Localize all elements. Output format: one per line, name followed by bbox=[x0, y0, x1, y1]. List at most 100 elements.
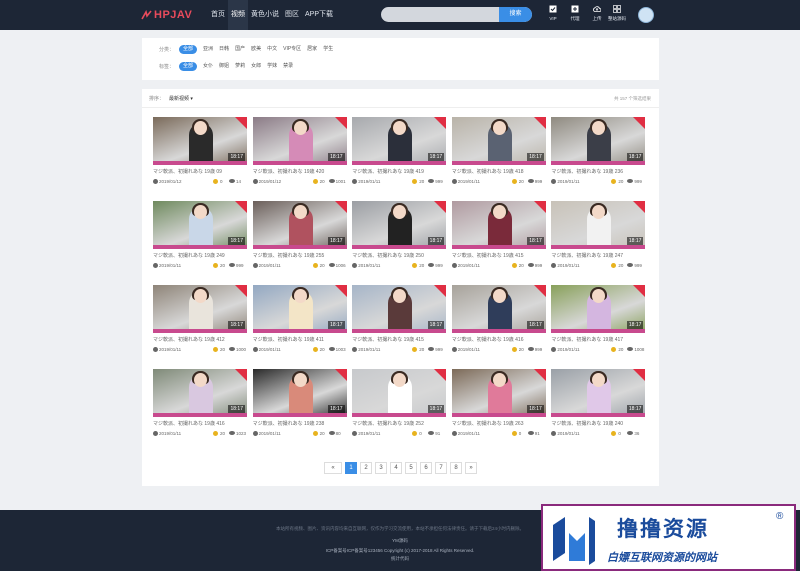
video-card[interactable]: 18:17 マジ軟派、初撮れあな 19歳 418 2019/01/11 20 999 bbox=[451, 117, 546, 189]
sort-dropdown[interactable]: 最新视频 ▾ bbox=[169, 95, 193, 102]
video-title[interactable]: マジ軟派、初撮れあな 19歳 418 bbox=[452, 168, 546, 175]
nav-app-download[interactable]: APP下载 bbox=[302, 0, 336, 30]
video-thumbnail[interactable]: 18:17 bbox=[451, 201, 546, 249]
video-card[interactable]: 18:17 マジ軟派、初撮れあな 19歳 420 2019/01/12 20 1001 bbox=[252, 117, 347, 189]
video-title[interactable]: マジ軟派、初撮れあな 19歳 236 bbox=[551, 168, 645, 175]
video-title[interactable]: マジ軟派、初撮れあな 19歳 412 bbox=[153, 336, 247, 343]
video-title[interactable]: マジ軟派、初撮れあな 19歳 249 bbox=[153, 252, 247, 259]
video-title[interactable]: マジ軟派、初撮れあな 19歳 415 bbox=[452, 252, 546, 259]
video-thumbnail[interactable]: 18:17 bbox=[551, 201, 646, 249]
video-card[interactable]: 18:17 マジ軟派、初撮れあな 19歳 263 2019/01/11 0 91 bbox=[451, 369, 546, 441]
tool-upload[interactable]: 上传 bbox=[586, 5, 608, 25]
video-card[interactable]: 18:17 マジ軟派、初撮れあな 19歳 238 2019/01/11 20 80 bbox=[252, 369, 347, 441]
site-logo[interactable]: HPJAV bbox=[141, 8, 192, 22]
user-avatar[interactable] bbox=[638, 7, 654, 23]
video-thumbnail[interactable]: 18:17 bbox=[252, 369, 347, 417]
video-thumbnail[interactable]: 18:17 bbox=[551, 285, 646, 333]
tag-2[interactable]: 御姐 bbox=[219, 62, 229, 71]
video-title[interactable]: マジ軟派、初撮れあな 19歳 247 bbox=[551, 252, 645, 259]
video-thumbnail[interactable]: 18:17 bbox=[352, 117, 447, 165]
video-title[interactable]: マジ軟派、初撮れあな 19歳 238 bbox=[253, 420, 347, 427]
search-input[interactable] bbox=[381, 7, 499, 22]
category-home[interactable]: 居家 bbox=[307, 45, 317, 54]
category-western[interactable]: 欧美 bbox=[251, 45, 261, 54]
video-card[interactable]: 18:17 マジ軟派、初撮れあな 19歳 415 2019/01/11 20 999 bbox=[451, 201, 546, 273]
video-thumbnail[interactable]: 18:17 bbox=[551, 117, 646, 165]
video-card[interactable]: 18:17 マジ軟派、初撮れあな 19歳 247 2019/01/11 20 999 bbox=[551, 201, 646, 273]
video-card[interactable]: 18:17 マジ軟派、初撮れあな 19歳 255 2019/01/11 20 1006 bbox=[252, 201, 347, 273]
video-title[interactable]: マジ軟派、初撮れあな 19歳 417 bbox=[551, 336, 645, 343]
video-card[interactable]: 18:17 マジ軟派、初撮れあな 19歳 411 2019/01/11 20 1003 bbox=[252, 285, 347, 357]
tag-1[interactable]: 女仆 bbox=[203, 62, 213, 71]
category-all[interactable]: 全部 bbox=[179, 44, 198, 54]
page-6[interactable]: 6 bbox=[420, 462, 432, 474]
video-thumbnail[interactable]: 18:17 bbox=[153, 369, 247, 417]
video-title[interactable]: マジ軟派、初撮れあな 19歳 416 bbox=[452, 336, 546, 343]
page-next[interactable]: » bbox=[465, 462, 477, 474]
page-5[interactable]: 5 bbox=[405, 462, 417, 474]
page-prev[interactable]: « bbox=[324, 462, 342, 474]
nav-home[interactable]: 首页 bbox=[208, 0, 228, 30]
category-vip[interactable]: VIP专区 bbox=[283, 45, 301, 54]
tag-6[interactable]: 禁录 bbox=[283, 62, 293, 71]
video-thumbnail[interactable]: 18:17 bbox=[252, 201, 347, 249]
page-4[interactable]: 4 bbox=[390, 462, 402, 474]
video-thumbnail[interactable]: 18:17 bbox=[153, 285, 247, 333]
video-title[interactable]: マジ軟派、初撮れあな 19歳 420 bbox=[253, 168, 347, 175]
category-jpkr[interactable]: 日韩 bbox=[219, 45, 229, 54]
category-asia[interactable]: 亚洲 bbox=[203, 45, 213, 54]
video-title[interactable]: マジ軟派、初撮れあな 19歳 250 bbox=[352, 252, 446, 259]
tag-5[interactable]: 学妹 bbox=[267, 62, 277, 71]
video-card[interactable]: 18:17 マジ軟派、初撮れあな 19歳 250 2019/01/11 20 999 bbox=[352, 201, 447, 273]
video-thumbnail[interactable]: 18:17 bbox=[451, 117, 546, 165]
video-thumbnail[interactable]: 18:17 bbox=[352, 201, 447, 249]
video-thumbnail[interactable]: 18:17 bbox=[153, 117, 247, 165]
video-title[interactable]: マジ軟派、初撮れあな 19歳 416 bbox=[153, 420, 247, 427]
video-card[interactable]: 18:17 マジ軟派、初撮れあな 19歳 240 2019/01/11 0 36 bbox=[551, 369, 646, 441]
video-card[interactable]: 18:17 マジ軟派、初撮れあな 19歳 416 2019/01/11 20 999 bbox=[451, 285, 546, 357]
video-card[interactable]: 18:17 マジ軟派、初撮れあな 19歳 252 2019/01/11 0 91 bbox=[352, 369, 447, 441]
category-domestic[interactable]: 国产 bbox=[235, 45, 245, 54]
video-thumbnail[interactable]: 18:17 bbox=[451, 369, 546, 417]
video-title[interactable]: マジ軟派、初撮れあな 19歳 240 bbox=[551, 420, 645, 427]
tag-3[interactable]: 萝莉 bbox=[235, 62, 245, 71]
video-card[interactable]: 18:17 マジ軟派、初撮れあな 19歳 415 2019/01/11 20 999 bbox=[352, 285, 447, 357]
nav-novels[interactable]: 黄色小说 bbox=[248, 0, 282, 30]
video-title[interactable]: マジ軟派、初撮れあな 19歳 415 bbox=[352, 336, 446, 343]
page-1[interactable]: 1 bbox=[345, 462, 357, 474]
video-card[interactable]: 18:17 マジ軟派、初撮れあな 19歳 236 2019/01/11 20 999 bbox=[551, 117, 646, 189]
video-card[interactable]: 18:17 マジ軟派、初撮れあな 19歳 416 2019/01/11 20 1023 bbox=[153, 369, 247, 441]
video-card[interactable]: 18:17 マジ軟派、初撮れあな 19歳 09 2019/01/12 0 14 bbox=[153, 117, 247, 189]
tool-vip[interactable]: VIP bbox=[542, 5, 564, 25]
tag-4[interactable]: 女郎 bbox=[251, 62, 261, 71]
video-thumbnail[interactable]: 18:17 bbox=[451, 285, 546, 333]
video-card[interactable]: 18:17 マジ軟派、初撮れあな 19歳 249 2019/01/11 20 999 bbox=[153, 201, 247, 273]
category-student[interactable]: 学生 bbox=[323, 45, 333, 54]
video-thumbnail[interactable]: 18:17 bbox=[352, 369, 447, 417]
nav-videos[interactable]: 视频 bbox=[228, 0, 248, 30]
search-button[interactable]: 搜索 bbox=[499, 7, 532, 22]
video-thumbnail[interactable]: 18:17 bbox=[352, 285, 447, 333]
tool-source[interactable]: 整站源码 bbox=[606, 5, 628, 25]
video-thumbnail[interactable]: 18:17 bbox=[153, 201, 247, 249]
video-card[interactable]: 18:17 マジ軟派、初撮れあな 19歳 419 2019/01/11 20 999 bbox=[352, 117, 447, 189]
tool-agent[interactable]: 代理 bbox=[564, 5, 586, 25]
nav-gallery[interactable]: 图区 bbox=[282, 0, 302, 30]
video-title[interactable]: マジ軟派、初撮れあな 19歳 09 bbox=[153, 168, 247, 175]
video-title[interactable]: マジ軟派、初撮れあな 19歳 419 bbox=[352, 168, 446, 175]
video-thumbnail[interactable]: 18:17 bbox=[252, 117, 347, 165]
video-title[interactable]: マジ軟派、初撮れあな 19歳 252 bbox=[352, 420, 446, 427]
video-title[interactable]: マジ軟派、初撮れあな 19歳 255 bbox=[253, 252, 347, 259]
video-card[interactable]: 18:17 マジ軟派、初撮れあな 19歳 417 2019/01/11 20 1008 bbox=[551, 285, 646, 357]
page-2[interactable]: 2 bbox=[360, 462, 372, 474]
page-8[interactable]: 8 bbox=[450, 462, 462, 474]
tag-all[interactable]: 全部 bbox=[179, 61, 198, 71]
video-card[interactable]: 18:17 マジ軟派、初撮れあな 19歳 412 2019/01/11 20 1000 bbox=[153, 285, 247, 357]
page-3[interactable]: 3 bbox=[375, 462, 387, 474]
video-thumbnail[interactable]: 18:17 bbox=[252, 285, 347, 333]
video-thumbnail[interactable]: 18:17 bbox=[551, 369, 646, 417]
video-title[interactable]: マジ軟派、初撮れあな 19歳 411 bbox=[253, 336, 347, 343]
page-7[interactable]: 7 bbox=[435, 462, 447, 474]
video-title[interactable]: マジ軟派、初撮れあな 19歳 263 bbox=[452, 420, 546, 427]
category-chinese[interactable]: 中文 bbox=[267, 45, 277, 54]
